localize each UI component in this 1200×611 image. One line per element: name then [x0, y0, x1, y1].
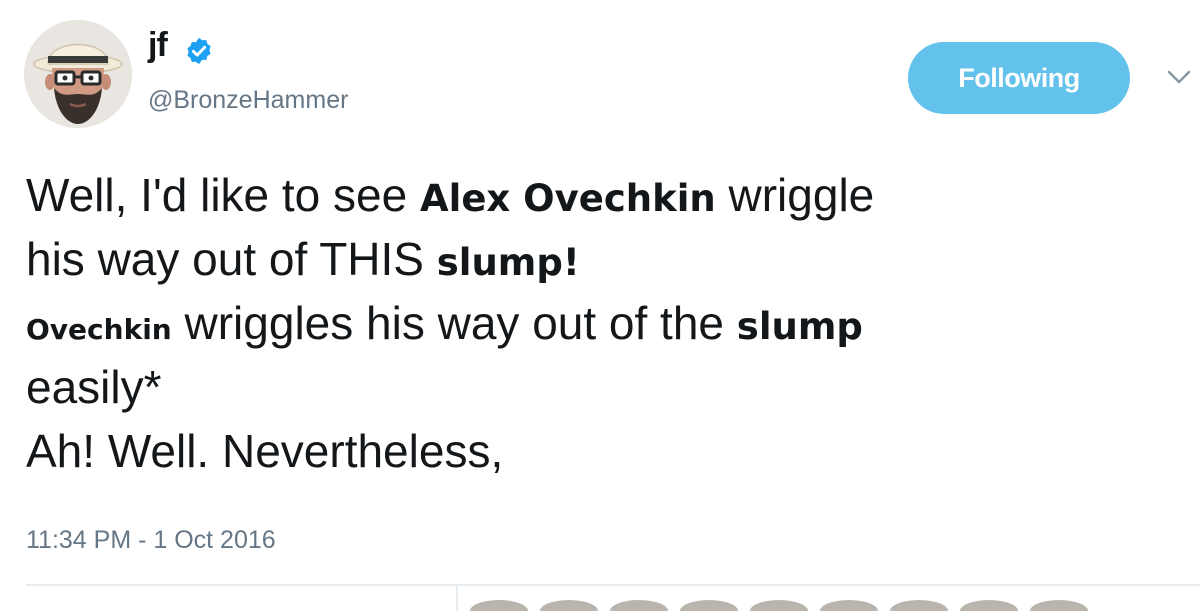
- tweet-line: Ah! Well. Nevertheless,: [26, 419, 1186, 483]
- engagement-avatar[interactable]: [540, 600, 598, 611]
- tweet-text-segment: wriggles his way out of the: [171, 297, 737, 349]
- divider-vertical: [456, 586, 458, 611]
- tweet-line: Well, I'd like to see Alex Ovechkin wrig…: [26, 163, 1186, 227]
- chevron-down-icon[interactable]: [1166, 68, 1192, 86]
- tweet-text-segment: Well, I'd like to see: [26, 169, 420, 221]
- engagement-avatar[interactable]: [820, 600, 878, 611]
- divider: [26, 584, 1200, 586]
- tweet-text-bold-segment: Alex Ovechkin: [420, 177, 716, 220]
- engagement-avatar[interactable]: [960, 600, 1018, 611]
- engagement-avatar[interactable]: [750, 600, 808, 611]
- avatar-image: [24, 20, 132, 128]
- tweet-card: jf @BronzeHammer Following Well, I'd lik…: [0, 0, 1200, 611]
- engagement-avatars-strip: [470, 600, 1190, 611]
- engagement-avatar[interactable]: [470, 600, 528, 611]
- tweet-text-segment: easily*: [26, 361, 162, 413]
- tweet-text-segment: wriggle: [715, 169, 875, 221]
- engagement-avatar[interactable]: [610, 600, 668, 611]
- tweet-text-bold-segment: slump!: [436, 241, 580, 284]
- tweet-text-segment: Ah! Well. Nevertheless,: [26, 425, 504, 477]
- tweet-line: his way out of THIS slump!: [26, 227, 1186, 291]
- avatar[interactable]: [24, 20, 132, 128]
- engagement-avatar[interactable]: [1030, 600, 1088, 611]
- engagement-avatar[interactable]: [890, 600, 948, 611]
- tweet-line: easily*: [26, 355, 1186, 419]
- following-button[interactable]: Following: [908, 42, 1130, 114]
- verified-badge-icon: [187, 37, 211, 65]
- tweet-line: Ovechkin wriggles his way out of the slu…: [26, 291, 1186, 355]
- tweet-text: Well, I'd like to see Alex Ovechkin wrig…: [26, 163, 1186, 483]
- tweet-timestamp[interactable]: 11:34 PM - 1 Oct 2016: [26, 528, 276, 553]
- tweet-text-bold-segment: Ovechkin: [26, 313, 172, 346]
- tweet-text-segment: his way out of THIS: [26, 233, 437, 285]
- tweet-text-bold-segment: slump: [736, 305, 863, 348]
- engagement-avatar[interactable]: [680, 600, 738, 611]
- user-handle[interactable]: @BronzeHammer: [148, 88, 348, 113]
- display-name[interactable]: jf: [148, 28, 168, 62]
